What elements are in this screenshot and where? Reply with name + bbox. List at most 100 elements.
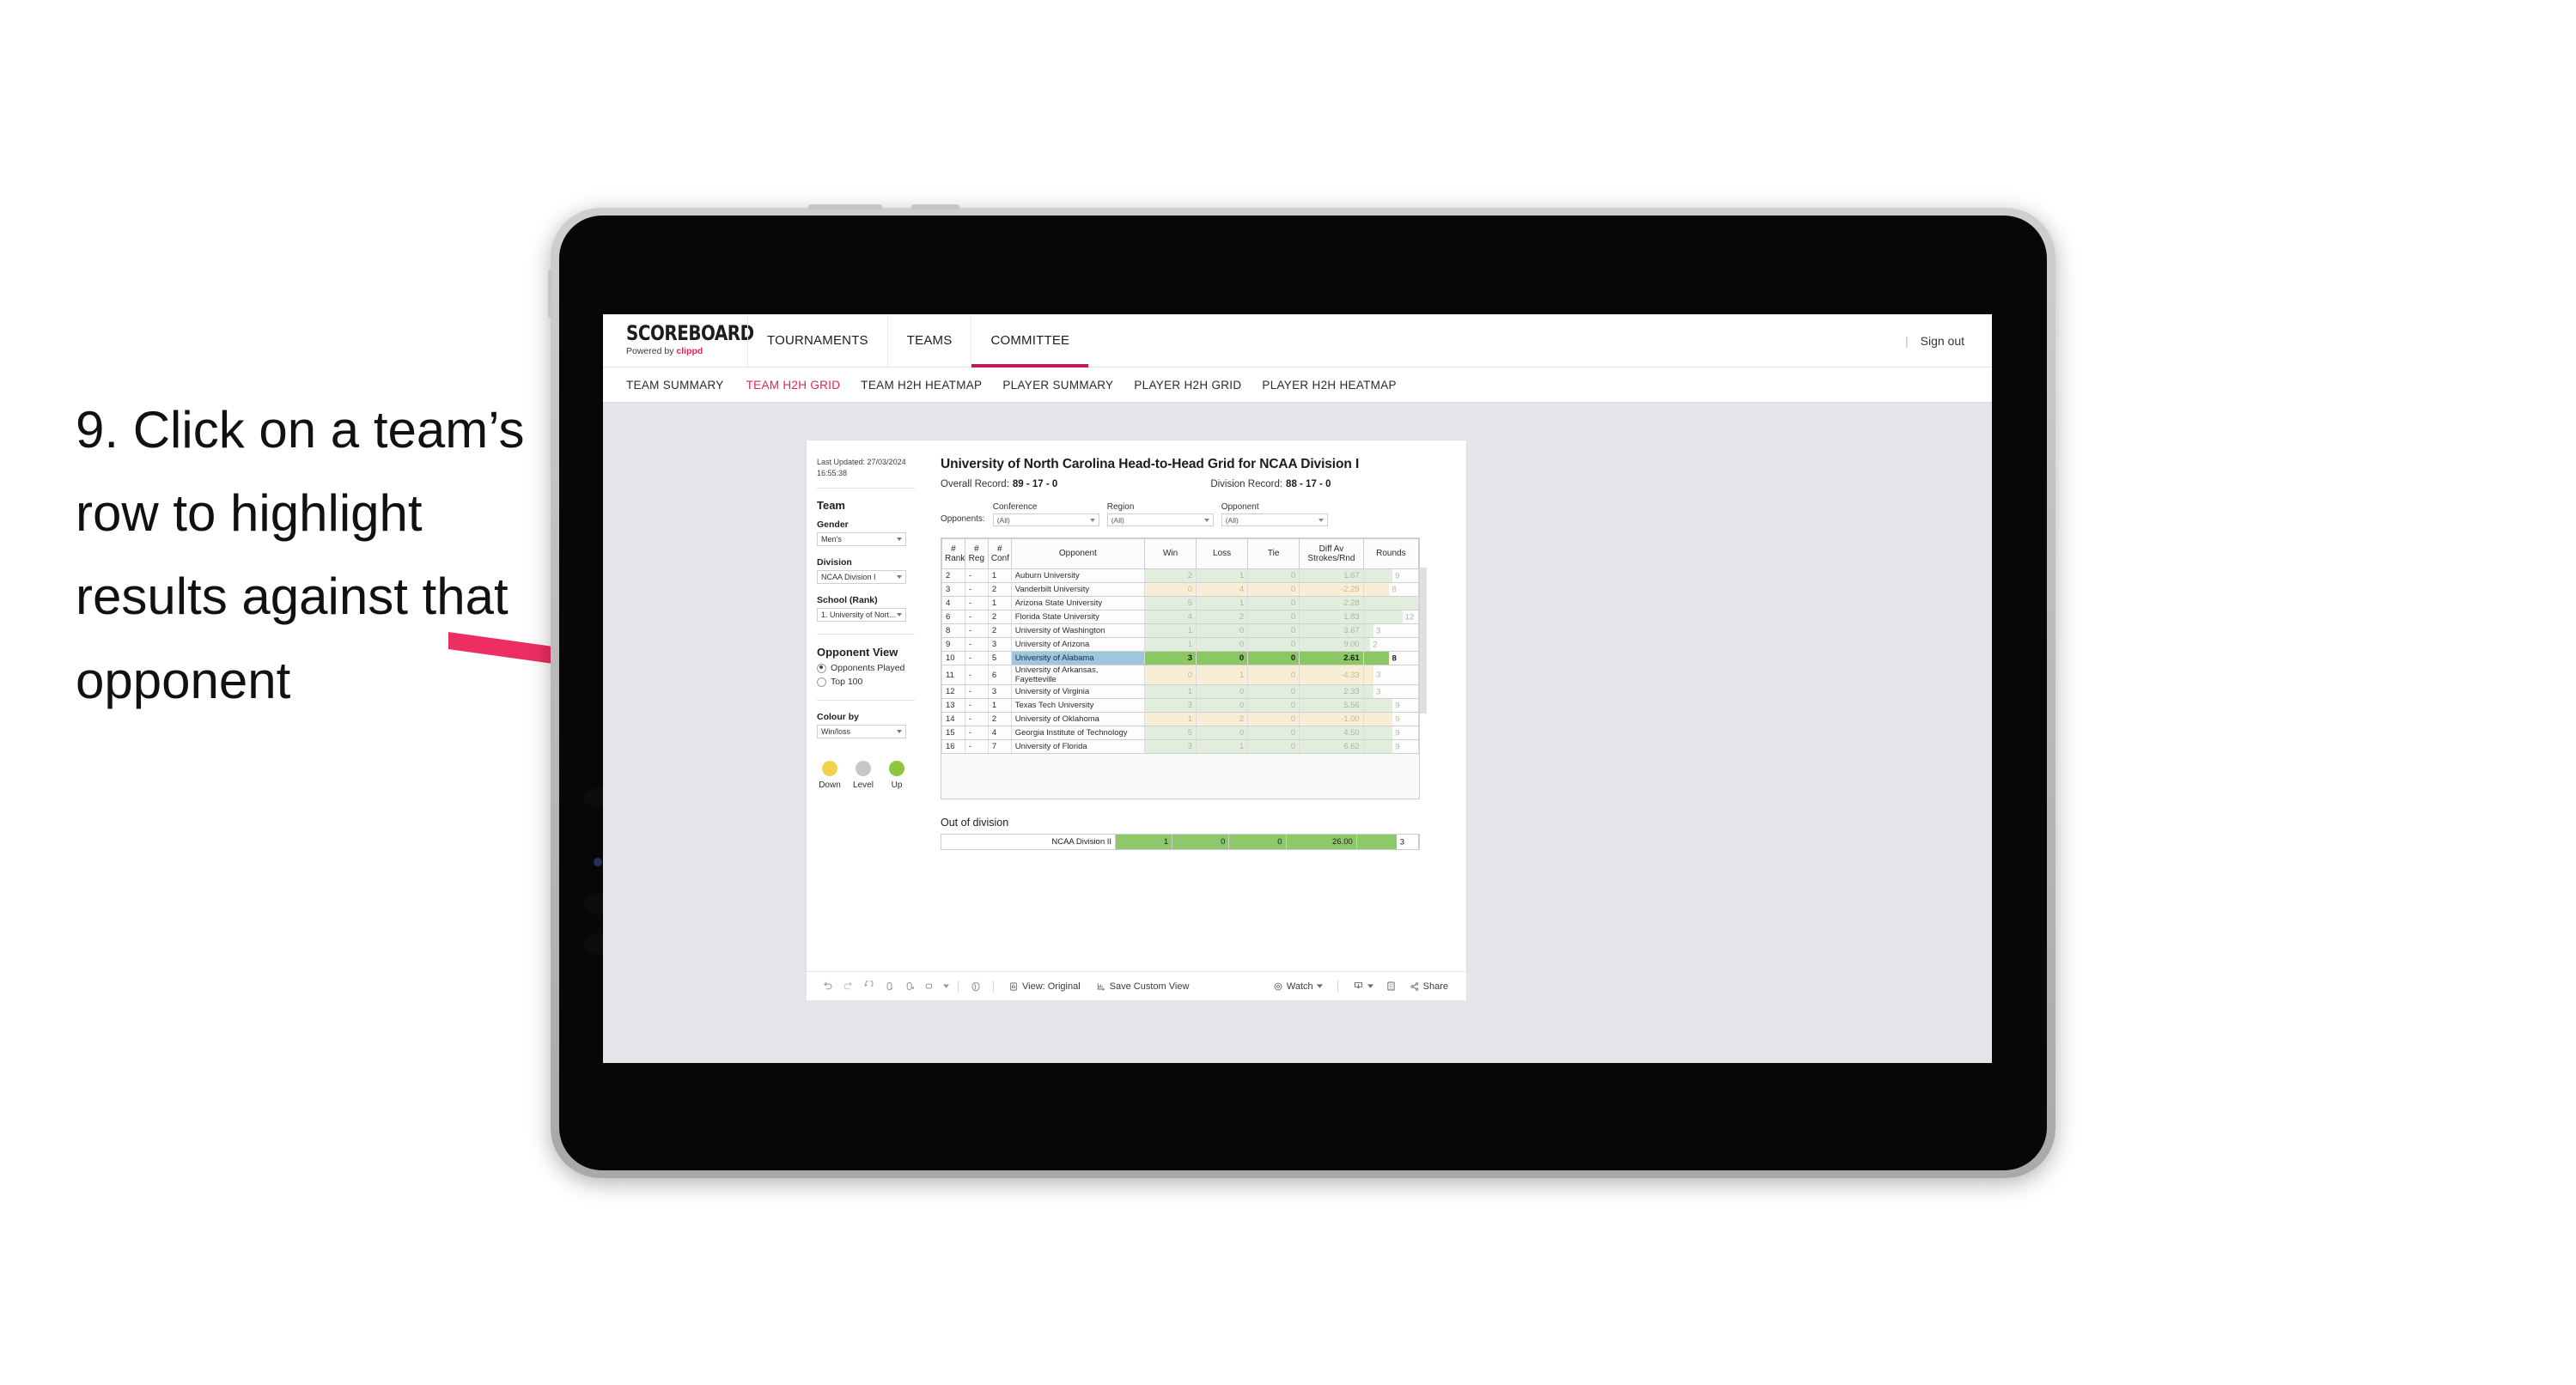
- gender-select[interactable]: Men’s: [817, 532, 906, 547]
- watch-label: Watch: [1286, 981, 1313, 992]
- chevron-down-icon: [897, 538, 902, 542]
- out-of-division-row[interactable]: NCAA Division II 1 0 0 26.00 3: [941, 835, 1420, 849]
- h2h-grid-wrapper: # Rank # Reg # Conf Opponent Win Loss Tie D…: [941, 538, 1427, 799]
- cell-rounds: 2: [1362, 637, 1420, 652]
- cell-loss: 0: [1196, 726, 1249, 740]
- redo-icon[interactable]: [837, 977, 858, 996]
- download-button[interactable]: [1345, 981, 1381, 992]
- table-row[interactable]: 8-2 University of Washington 1 0 0 3.67 3: [941, 623, 1420, 638]
- top-tab-tournaments[interactable]: TOURNAMENTS: [747, 314, 887, 367]
- viz-sidebar: Last Updated: 27/03/2024 16:55:38 Team G…: [807, 440, 927, 971]
- table-row[interactable]: 11-6 University of Arkansas, Fayetteville…: [941, 665, 1420, 685]
- fullscreen-icon[interactable]: [1381, 977, 1402, 996]
- filter-conference-label: Conference: [992, 502, 1038, 512]
- cell-opponent: Florida State University: [1010, 610, 1146, 624]
- cell-diff: 4.50: [1299, 726, 1364, 740]
- sub-tab-team-h2h-heatmap[interactable]: TEAM H2H HEATMAP: [861, 379, 1002, 392]
- device-layout-icon[interactable]: [920, 977, 941, 996]
- table-row[interactable]: 6-2 Florida State University 4 2 0 1.83 12: [941, 610, 1420, 624]
- cell-diff: -4.33: [1299, 665, 1364, 685]
- col-conf: # Conf: [987, 538, 1012, 569]
- cell-reg: -: [964, 596, 989, 610]
- table-row[interactable]: 4-1Arizona State University5102.2817: [941, 596, 1420, 610]
- revert-icon[interactable]: [858, 977, 879, 996]
- top-tab-teams[interactable]: TEAMS: [886, 314, 971, 367]
- top-tab-committee[interactable]: COMMITTEE: [971, 314, 1089, 368]
- table-row[interactable]: 3-2 Vanderbilt University 0 4 0 -2.29 8: [941, 582, 1420, 597]
- cell-loss: 0: [1196, 623, 1249, 638]
- share-button[interactable]: Share: [1402, 981, 1456, 992]
- record-row: Overall Record: 89 - 17 - 0 Division Rec…: [941, 479, 1452, 489]
- cell-diff: 6.62: [1299, 739, 1364, 754]
- volume-button-top: [548, 270, 552, 318]
- table-row[interactable]: 15-4 Georgia Institute of Technology 5 0 0 4.…: [941, 726, 1420, 740]
- cell-rank: 2: [941, 568, 965, 583]
- cell-reg: -: [964, 684, 989, 699]
- table-row[interactable]: 13-1 Texas Tech University 3 0 0 5.56 9: [941, 698, 1420, 713]
- filter-conference-select[interactable]: (All): [992, 513, 1099, 526]
- radio-opponents-played[interactable]: Opponents Played: [817, 663, 927, 673]
- sub-tab-player-h2h-heatmap[interactable]: PLAYER H2H HEATMAP: [1262, 379, 1416, 392]
- school-value: 1. University of Nort...: [821, 610, 896, 620]
- cell-win: 2: [1144, 568, 1197, 583]
- rounds-value: 2: [1373, 640, 1378, 649]
- table-row[interactable]: 14-2 University of Oklahoma 1 2 0 -1.00 9: [941, 712, 1420, 726]
- cell-conf: 5: [987, 651, 1012, 665]
- save-custom-view-button[interactable]: Save Custom View: [1088, 981, 1197, 992]
- cell-opponent: University of Arizona: [1010, 637, 1146, 652]
- table-row[interactable]: 16-7 University of Florida 3 1 0 6.62 9: [941, 739, 1420, 754]
- help-circle-icon[interactable]: [965, 977, 986, 996]
- last-updated-text: Last Updated: 27/03/2024 16:55:38: [817, 457, 911, 479]
- table-row[interactable]: 10-5 University of Alabama 3 0 0 2.61 8: [941, 651, 1420, 665]
- filter-opponent-select[interactable]: (All): [1221, 513, 1328, 526]
- view-original-button[interactable]: View: Original: [1001, 981, 1088, 992]
- legend-label-up: Up: [891, 781, 903, 791]
- division-select[interactable]: NCAA Division I: [817, 570, 906, 585]
- app-logo[interactable]: SCOREBOARD Powered by clippd: [603, 314, 754, 367]
- table-row[interactable]: 12-3 University of Virginia 1 0 0 2.33 3: [941, 684, 1420, 699]
- grid-empty-space: [941, 754, 1419, 799]
- colour-by-select[interactable]: Win/loss: [817, 725, 906, 739]
- team-section-heading: Team: [817, 499, 845, 513]
- legend-down: Down: [819, 761, 841, 790]
- chevron-down-icon[interactable]: [941, 977, 951, 996]
- filter-opponent-value: (All): [1225, 515, 1239, 525]
- filter-region-select[interactable]: (All): [1106, 513, 1214, 526]
- cell-conf: 2: [987, 610, 1012, 624]
- ood-diff: 26.00: [1286, 835, 1357, 849]
- cell-loss: 1: [1196, 739, 1249, 754]
- radio-top-100[interactable]: Top 100: [817, 677, 927, 687]
- cell-loss: 4: [1196, 582, 1249, 597]
- sub-tab-player-summary[interactable]: PLAYER SUMMARY: [1002, 379, 1134, 392]
- division-record-value: 88 - 17 - 0: [1286, 479, 1331, 489]
- undo-icon[interactable]: [817, 977, 837, 996]
- cell-opponent: University of Arkansas, Fayetteville: [1010, 665, 1146, 685]
- pause-icon[interactable]: [899, 977, 920, 996]
- rounds-bar: [1364, 610, 1403, 623]
- table-row[interactable]: 9-3 University of Arizona 1 0 0 9.00 2: [941, 637, 1420, 652]
- cell-rank: 4: [941, 596, 965, 610]
- save-view-icon: [1097, 982, 1105, 990]
- cell-diff: -2.29: [1299, 582, 1364, 597]
- watch-button[interactable]: Watch: [1265, 981, 1331, 992]
- grid-vertical-scrollbar[interactable]: [1420, 568, 1427, 714]
- signout-area: | Sign out: [1905, 314, 1992, 367]
- rounds-value: 3: [1376, 670, 1381, 680]
- cell-reg: -: [964, 637, 989, 652]
- cell-tie: 0: [1247, 684, 1300, 699]
- refresh-icon[interactable]: [879, 977, 899, 996]
- school-select[interactable]: 1. University of Nort...: [817, 608, 906, 623]
- sub-tab-team-summary[interactable]: TEAM SUMMARY: [626, 379, 746, 392]
- signout-link[interactable]: Sign out: [1921, 334, 1964, 348]
- overall-record-value: 89 - 17 - 0: [1012, 479, 1058, 489]
- cell-rank: 10: [941, 651, 965, 665]
- legend-dot-down: [822, 761, 837, 777]
- cell-loss: 1: [1196, 568, 1249, 583]
- division-field: Division NCAA Division I: [817, 557, 927, 585]
- sub-tab-team-h2h-grid[interactable]: TEAM H2H GRID: [746, 379, 862, 392]
- sub-tab-player-h2h-grid[interactable]: PLAYER H2H GRID: [1134, 379, 1262, 392]
- cell-conf: 2: [987, 582, 1012, 597]
- cell-loss: 2: [1196, 610, 1249, 624]
- table-row[interactable]: 2-1 Auburn University 2 1 0 1.67 9: [941, 568, 1420, 583]
- legend-up: Up: [886, 761, 908, 790]
